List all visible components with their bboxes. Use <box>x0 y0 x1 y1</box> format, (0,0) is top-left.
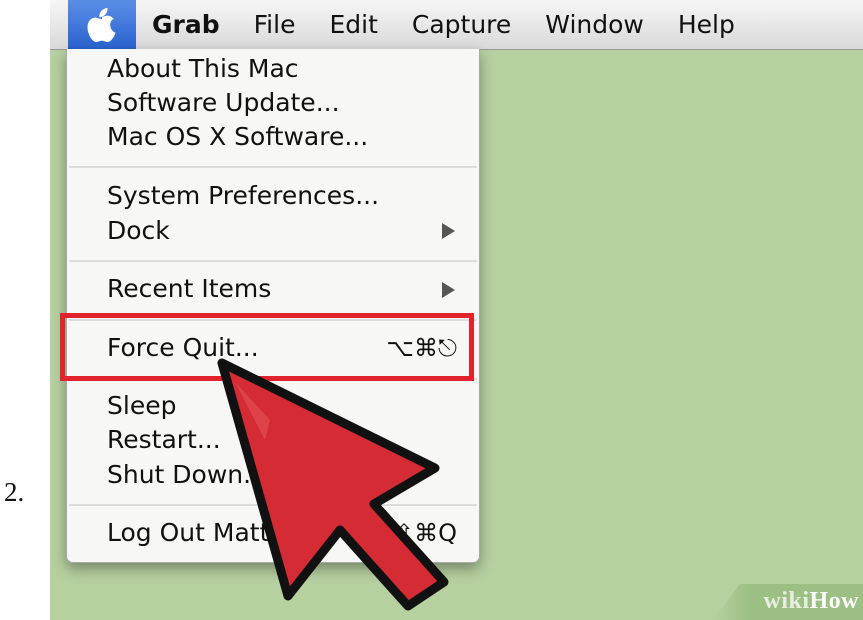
step-number: 2. <box>4 477 25 507</box>
mac-desktop: Grab File Edit Capture Window Help About… <box>50 0 863 620</box>
red-arrow-pointer-icon <box>217 358 449 611</box>
wikihow-watermark: wikiHow <box>763 588 859 615</box>
watermark-wiki: wiki <box>763 588 810 614</box>
watermark-how: How <box>809 588 859 614</box>
